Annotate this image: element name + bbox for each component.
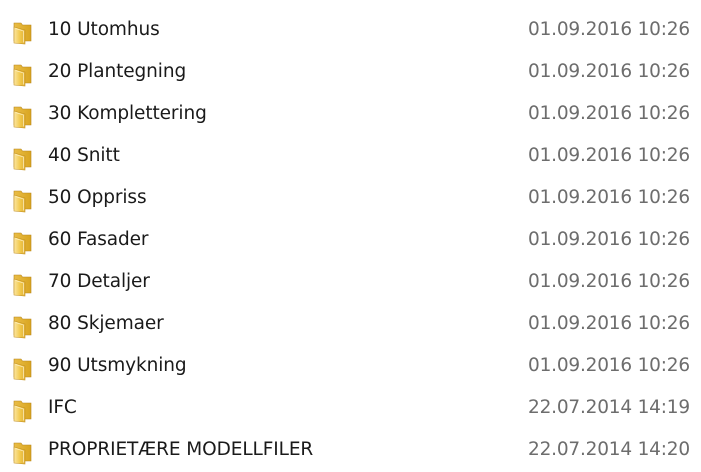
folder-icon (11, 19, 37, 45)
file-name: 80 Skjemaer (48, 313, 164, 334)
file-row[interactable]: 60 Fasader 01.09.2016 10:26 (0, 220, 701, 262)
file-row[interactable]: 40 Snitt 01.09.2016 10:26 (0, 136, 701, 178)
file-row[interactable]: 30 Komplettering 01.09.2016 10:26 (0, 94, 701, 136)
file-row[interactable]: 80 Skjemaer 01.09.2016 10:26 (0, 304, 701, 346)
folder-icon (11, 61, 37, 87)
file-name: 50 Oppriss (48, 187, 147, 208)
folder-icon (11, 145, 37, 171)
file-name: 90 Utsmykning (48, 355, 187, 376)
date-modified: 22.07.2014 14:20 (528, 439, 690, 460)
date-modified: 01.09.2016 10:26 (528, 355, 690, 376)
folder-icon (11, 355, 37, 381)
date-modified: 01.09.2016 10:26 (528, 229, 690, 250)
file-row[interactable]: 90 Utsmykning 01.09.2016 10:26 (0, 346, 701, 388)
folder-icon (11, 271, 37, 297)
file-row[interactable]: 50 Oppriss 01.09.2016 10:26 (0, 178, 701, 220)
file-row[interactable]: PROPRIETÆRE MODELLFILER 22.07.2014 14:20 (0, 430, 701, 472)
file-name: 10 Utomhus (48, 19, 160, 40)
file-name: 20 Plantegning (48, 61, 187, 82)
file-row[interactable]: 20 Plantegning 01.09.2016 10:26 (0, 52, 701, 94)
file-list: 10 Utomhus 01.09.2016 10:26 20 Plantegni… (0, 10, 701, 472)
file-name: 30 Komplettering (48, 103, 207, 124)
file-name: 60 Fasader (48, 229, 149, 250)
folder-icon (11, 229, 37, 255)
date-modified: 01.09.2016 10:26 (528, 187, 690, 208)
date-modified: 22.07.2014 14:19 (528, 397, 690, 418)
file-name: PROPRIETÆRE MODELLFILER (48, 439, 314, 460)
folder-icon (11, 397, 37, 423)
date-modified: 01.09.2016 10:26 (528, 145, 690, 166)
file-name: IFC (48, 397, 77, 418)
file-row[interactable]: 70 Detaljer 01.09.2016 10:26 (0, 262, 701, 304)
folder-icon (11, 313, 37, 339)
file-name: 70 Detaljer (48, 271, 150, 292)
date-modified: 01.09.2016 10:26 (528, 313, 690, 334)
date-modified: 01.09.2016 10:26 (528, 103, 690, 124)
folder-icon (11, 439, 37, 465)
file-row[interactable]: 10 Utomhus 01.09.2016 10:26 (0, 10, 701, 52)
folder-icon (11, 187, 37, 213)
file-name: 40 Snitt (48, 145, 120, 166)
date-modified: 01.09.2016 10:26 (528, 61, 690, 82)
date-modified: 01.09.2016 10:26 (528, 271, 690, 292)
file-row[interactable]: IFC 22.07.2014 14:19 (0, 388, 701, 430)
folder-icon (11, 103, 37, 129)
date-modified: 01.09.2016 10:26 (528, 19, 690, 40)
